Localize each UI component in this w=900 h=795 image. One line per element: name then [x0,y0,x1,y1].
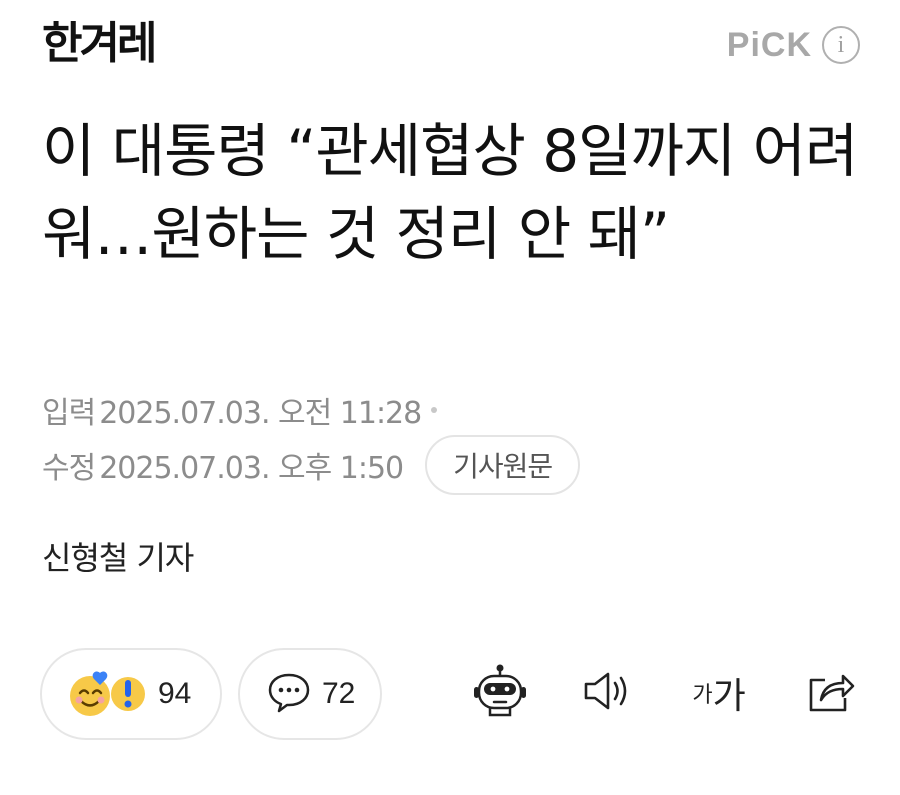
font-small-glyph: 가 [692,683,713,708]
speaker-icon [581,669,635,717]
original-article-button[interactable]: 기사원문 [425,435,581,495]
action-bar: 94 72 가 가 [0,645,900,745]
edit-label: 수정 [42,451,96,486]
pick-label: PiCK [726,26,812,64]
share-button[interactable] [800,665,860,721]
reaction-emoji-icon [68,669,148,719]
reaction-button[interactable]: 94 [40,648,222,740]
article-headline: 이 대통령 “관세협상 8일까지 어려워…원하는 것 정리 안 돼” [42,117,858,268]
separator-dot [431,407,438,413]
reporter-name[interactable]: 신형철 기자 [42,533,194,583]
edit-time: 2025.07.03. 오후 1:50 [99,451,404,486]
font-big-glyph: 가 [712,676,746,717]
font-size-icon: 가 가 [692,667,745,719]
edit-datetime: 수정 2025.07.03. 오후 1:50 기사원문 [42,435,581,495]
listen-button[interactable] [578,665,638,721]
comment-count: 72 [322,677,356,710]
top-bar: 한겨레 PiCK i [0,0,900,90]
press-logo[interactable]: 한겨레 [42,14,157,74]
reaction-count: 94 [158,677,192,710]
info-icon[interactable]: i [822,26,860,64]
input-datetime: 입력 2025.07.03. 오전 11:28 [42,385,438,435]
input-label: 입력 [42,396,96,431]
font-size-button[interactable]: 가 가 [684,665,754,721]
robot-summary-icon [471,663,529,723]
summary-bot-button[interactable] [468,663,532,723]
pick-area: PiCK i [727,20,860,70]
comment-button[interactable]: 72 [238,648,382,740]
comment-bubble-icon [266,669,312,719]
share-icon [805,668,855,718]
input-time: 2025.07.03. 오전 11:28 [99,396,422,431]
